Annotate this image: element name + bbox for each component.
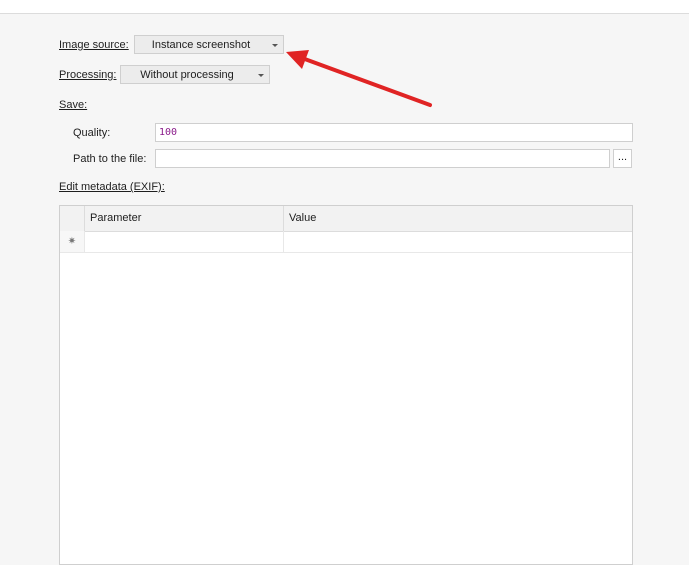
path-field[interactable] [156,150,609,167]
image-source-label: Image source: [59,39,129,51]
image-source-value: Instance screenshot [151,39,251,51]
quality-label: Quality: [73,127,111,139]
path-field-box [155,149,610,168]
metadata-label: Edit metadata (EXIF): [59,181,165,193]
image-source-dropdown[interactable]: Instance screenshot [134,35,284,54]
column-header-value[interactable]: Value [284,206,632,231]
processing-dropdown[interactable]: Without processing [120,65,270,84]
metadata-grid: Parameter Value ✷ [59,205,633,565]
processing-label: Processing: [59,69,117,81]
top-bar [0,0,689,14]
quality-field-box [155,123,633,142]
quality-field[interactable] [156,124,632,141]
processing-value: Without processing [140,69,234,81]
chevron-down-icon [258,74,264,77]
new-row[interactable]: ✷ [60,231,632,253]
column-header-parameter[interactable]: Parameter [85,206,284,231]
new-row-parameter-cell[interactable] [85,231,284,252]
save-section-label: Save: [59,99,88,111]
path-label: Path to the file: [73,153,147,165]
chevron-down-icon [272,44,278,47]
row-indicator-header [60,206,85,231]
asterisk-icon: ✷ [60,231,85,252]
new-row-value-cell[interactable] [284,231,632,252]
browse-button[interactable]: ... [613,149,632,168]
grid-header: Parameter Value [60,206,632,232]
